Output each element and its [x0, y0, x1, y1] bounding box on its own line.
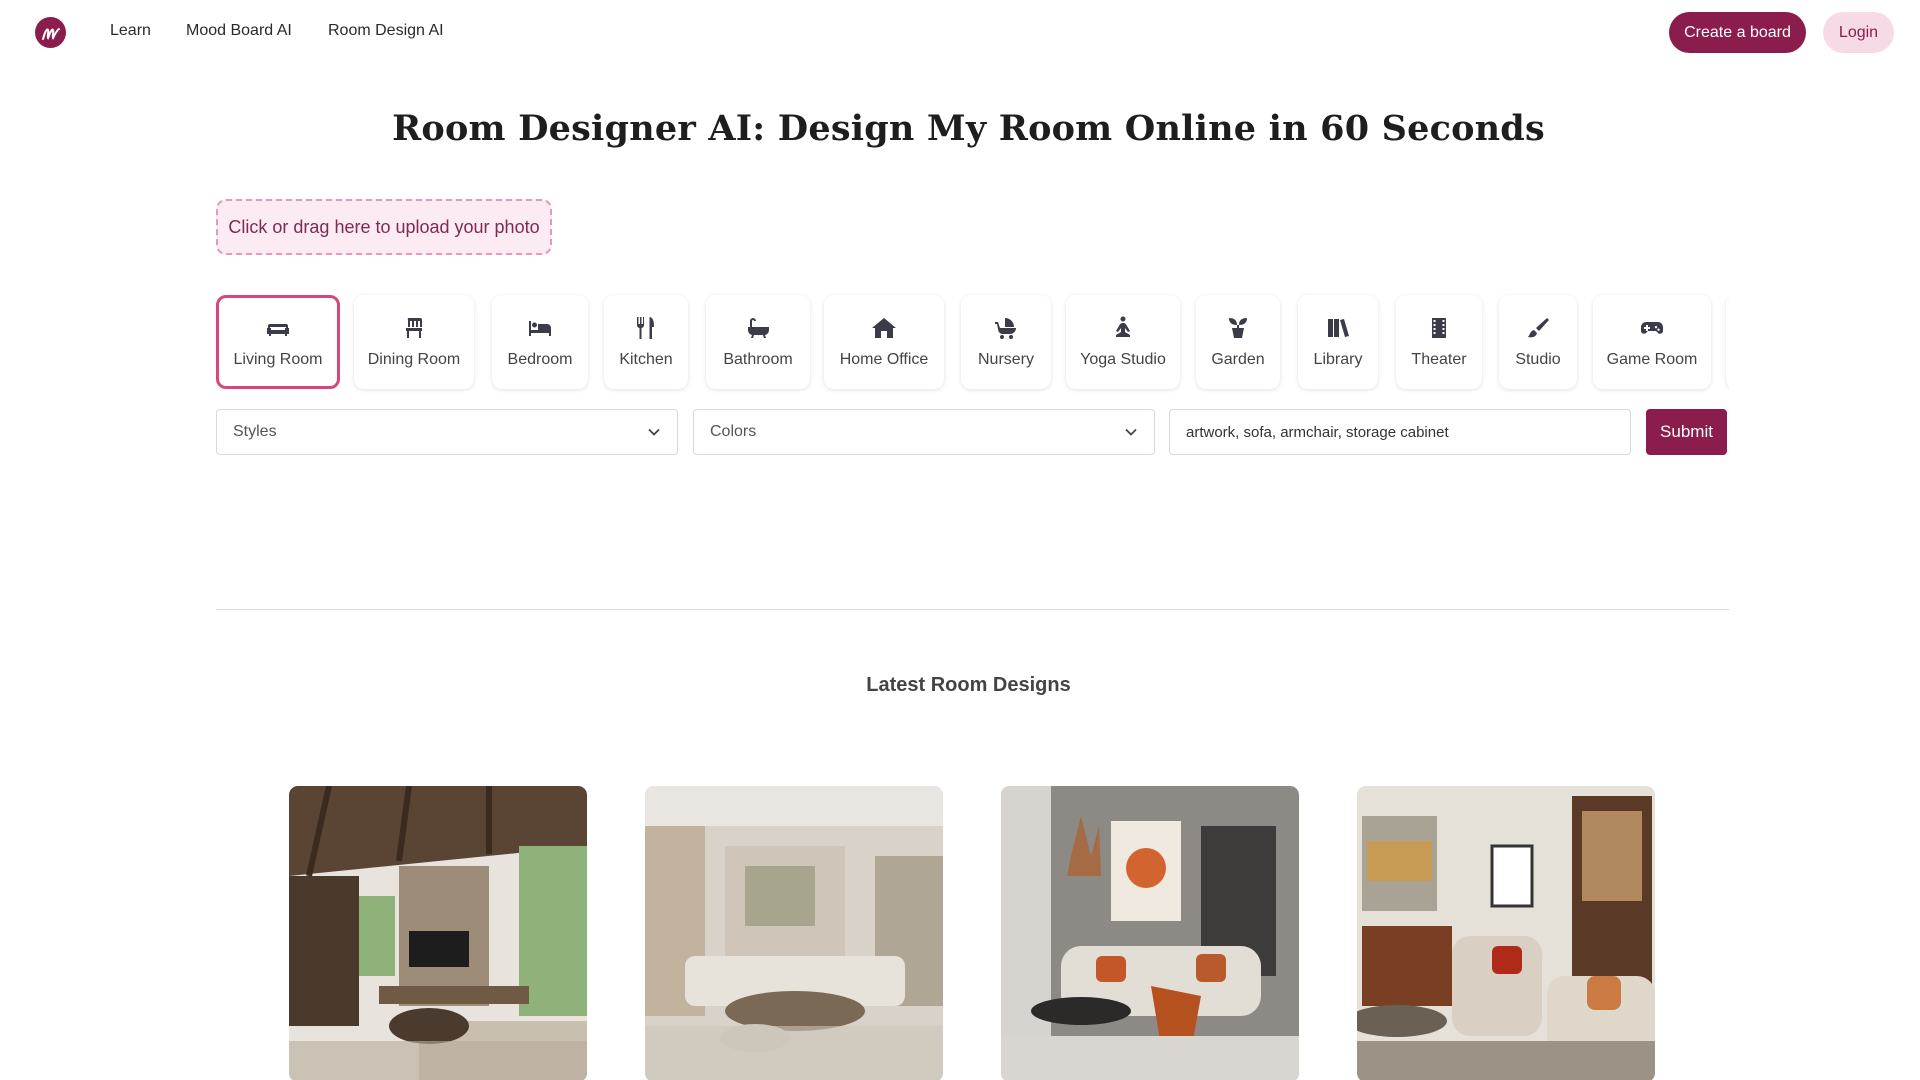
- styles-select[interactable]: Styles: [216, 409, 678, 455]
- house-icon: [872, 318, 896, 338]
- colors-select-value: Colors: [710, 423, 757, 440]
- stroller-icon: [995, 318, 1016, 339]
- room-label: Nursery: [977, 351, 1034, 368]
- room-design-image: [645, 786, 943, 1080]
- logo-mark-icon: [41, 27, 60, 40]
- logo[interactable]: [35, 17, 66, 48]
- submit-button[interactable]: Submit: [1646, 409, 1727, 455]
- colors-select[interactable]: Colors: [693, 409, 1155, 455]
- room-option-kitchen[interactable]: Kitchen: [604, 295, 688, 389]
- room-type-selector: Living Room Dining Room Bedroom Kitchen …: [216, 293, 1729, 393]
- room-option-yoga-studio[interactable]: Yoga Studio: [1066, 295, 1180, 389]
- room-option-garden[interactable]: Garden: [1196, 295, 1280, 389]
- photo-upload-dropzone[interactable]: Click or drag here to upload your photo: [216, 199, 552, 255]
- plant-icon: [1229, 318, 1247, 338]
- create-board-button[interactable]: Create a board: [1669, 12, 1806, 53]
- room-option-theater[interactable]: Theater: [1396, 295, 1482, 389]
- page-title: Room Designer AI: Design My Room Online …: [392, 108, 1545, 149]
- chair-icon: [406, 318, 422, 338]
- room-label: Bedroom: [507, 351, 573, 368]
- room-label: Dining Room: [367, 351, 461, 368]
- room-design-image: [1001, 786, 1299, 1080]
- paintbrush-icon: [1528, 318, 1549, 338]
- latest-designs-title: Latest Room Designs: [866, 674, 1071, 696]
- bed-icon: [529, 321, 551, 336]
- room-option-more[interactable]: [1726, 295, 1729, 389]
- room-label: Garden: [1211, 351, 1265, 368]
- design-card-4[interactable]: [1357, 786, 1655, 1080]
- room-label: Theater: [1411, 351, 1467, 368]
- furniture-items-input[interactable]: [1169, 409, 1631, 455]
- room-option-bathroom[interactable]: Bathroom: [706, 295, 810, 389]
- utensils-icon: [636, 317, 654, 339]
- room-design-image: [1357, 786, 1655, 1080]
- room-option-living-room[interactable]: Living Room: [216, 295, 340, 389]
- room-option-nursery[interactable]: Nursery: [961, 295, 1051, 389]
- room-label: Game Room: [1606, 351, 1698, 368]
- gamepad-icon: [1641, 322, 1663, 334]
- room-option-library[interactable]: Library: [1298, 295, 1378, 389]
- film-icon: [1432, 318, 1446, 338]
- section-divider: [216, 609, 1729, 610]
- room-label: Library: [1313, 351, 1363, 368]
- nav-link-learn[interactable]: Learn: [110, 22, 151, 40]
- room-label: Yoga Studio: [1080, 351, 1166, 368]
- design-card-2[interactable]: [645, 786, 943, 1080]
- room-label: Home Office: [839, 351, 929, 368]
- room-label: Studio: [1515, 351, 1561, 368]
- room-option-game-room[interactable]: Game Room: [1593, 295, 1711, 389]
- meditation-icon: [1116, 316, 1130, 337]
- room-option-bedroom[interactable]: Bedroom: [492, 295, 588, 389]
- chevron-down-icon: [1125, 428, 1137, 436]
- login-button[interactable]: Login: [1823, 12, 1894, 53]
- nav-link-room-design-ai[interactable]: Room Design AI: [328, 22, 444, 40]
- room-label: Bathroom: [723, 351, 793, 368]
- sofa-icon: [267, 324, 289, 336]
- room-label: Living Room: [233, 351, 323, 368]
- room-option-home-office[interactable]: Home Office: [824, 295, 944, 389]
- books-icon: [1328, 319, 1349, 337]
- room-option-dining-room[interactable]: Dining Room: [354, 295, 474, 389]
- room-option-studio[interactable]: Studio: [1499, 295, 1577, 389]
- styles-select-value: Styles: [233, 423, 277, 440]
- nav-link-mood-board-ai[interactable]: Mood Board AI: [186, 22, 292, 40]
- bathtub-icon: [747, 318, 770, 338]
- top-nav: Learn Mood Board AI Room Design AI Creat…: [0, 0, 1920, 64]
- room-design-image: [289, 786, 587, 1080]
- design-card-1[interactable]: [289, 786, 587, 1080]
- room-label: Kitchen: [619, 351, 673, 368]
- design-card-3[interactable]: [1001, 786, 1299, 1080]
- chevron-down-icon: [648, 428, 660, 436]
